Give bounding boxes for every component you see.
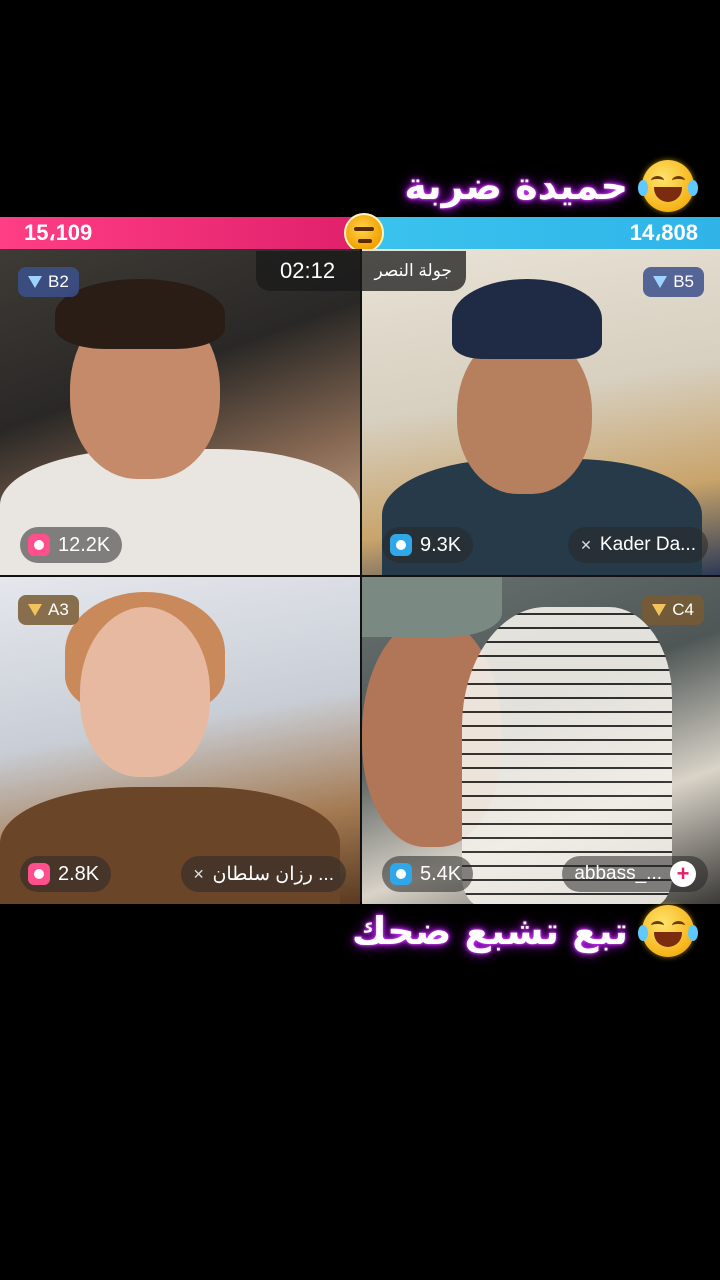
caption-bottom-text: تبع تشبع ضحك xyxy=(351,909,628,953)
rank-badge: A3 xyxy=(18,595,79,625)
participant-name[interactable]: ✕ Kader Da... xyxy=(568,527,708,563)
likes-counter: 5.4K xyxy=(382,856,474,892)
diamond-icon xyxy=(652,604,667,616)
rank-badge: C4 xyxy=(642,595,704,625)
plus-icon[interactable]: + xyxy=(670,861,696,887)
timer-label: جولة النصر xyxy=(374,261,452,280)
gift-icon xyxy=(28,534,50,556)
video-tile-2[interactable]: B5 9.3K ✕ Kader Da... xyxy=(362,249,720,575)
round-timer: 02:12 جولة النصر xyxy=(256,251,466,291)
rank-label: C4 xyxy=(672,600,694,619)
battle-video-grid: B2 12.2K B5 9.3K ✕ Kader Da... A3 2.8K ✕… xyxy=(0,249,720,904)
likes-counter: 9.3K xyxy=(382,527,474,563)
participant-name[interactable]: abbass_... + xyxy=(562,856,708,892)
mute-icon: ✕ xyxy=(192,865,205,882)
laughing-tears-icon xyxy=(638,905,698,957)
gift-icon xyxy=(390,863,412,885)
likes-value: 5.4K xyxy=(420,862,462,885)
diamond-icon xyxy=(28,276,42,288)
video-tile-4[interactable]: C4 5.4K abbass_... + xyxy=(362,577,720,904)
gift-icon xyxy=(28,863,50,885)
participant-name-text: رزان سلطان ... xyxy=(212,863,334,885)
caption-top: حميدة ضربة xyxy=(0,160,720,212)
diamond-icon xyxy=(28,604,42,616)
rank-label: B5 xyxy=(673,272,694,291)
rank-label: B2 xyxy=(48,272,69,291)
participant-cap xyxy=(452,279,602,359)
participant-name-text: Kader Da... xyxy=(599,534,696,555)
angry-face-icon xyxy=(344,213,384,253)
likes-value: 2.8K xyxy=(58,862,100,885)
rank-label: A3 xyxy=(48,600,69,619)
rank-badge: B2 xyxy=(18,267,79,297)
score-left: 15،109 xyxy=(0,217,360,249)
likes-counter: 2.8K xyxy=(20,856,112,892)
gift-icon xyxy=(390,534,412,556)
participant-face xyxy=(80,607,210,777)
timer-value: 02:12 xyxy=(280,258,336,283)
likes-counter: 12.2K xyxy=(20,527,123,563)
video-tile-3[interactable]: A3 2.8K ✕ رزان سلطان ... xyxy=(0,577,360,904)
participant-hair xyxy=(55,279,225,349)
rank-badge: B5 xyxy=(643,267,704,297)
participant-name-text: abbass_... xyxy=(574,863,662,884)
score-right: 14،808 xyxy=(360,217,720,249)
mute-icon: ✕ xyxy=(580,536,592,553)
diamond-icon xyxy=(653,276,668,288)
video-tile-1[interactable]: B2 12.2K xyxy=(0,249,360,575)
participant-name[interactable]: ✕ رزان سلطان ... xyxy=(180,856,346,892)
participant-cap xyxy=(362,577,502,637)
caption-top-text: حميدة ضربة xyxy=(404,164,628,208)
likes-value: 12.2K xyxy=(58,533,111,556)
caption-bottom: تبع تشبع ضحك xyxy=(0,905,720,957)
likes-value: 9.3K xyxy=(420,533,462,556)
laughing-tears-icon xyxy=(638,160,698,212)
